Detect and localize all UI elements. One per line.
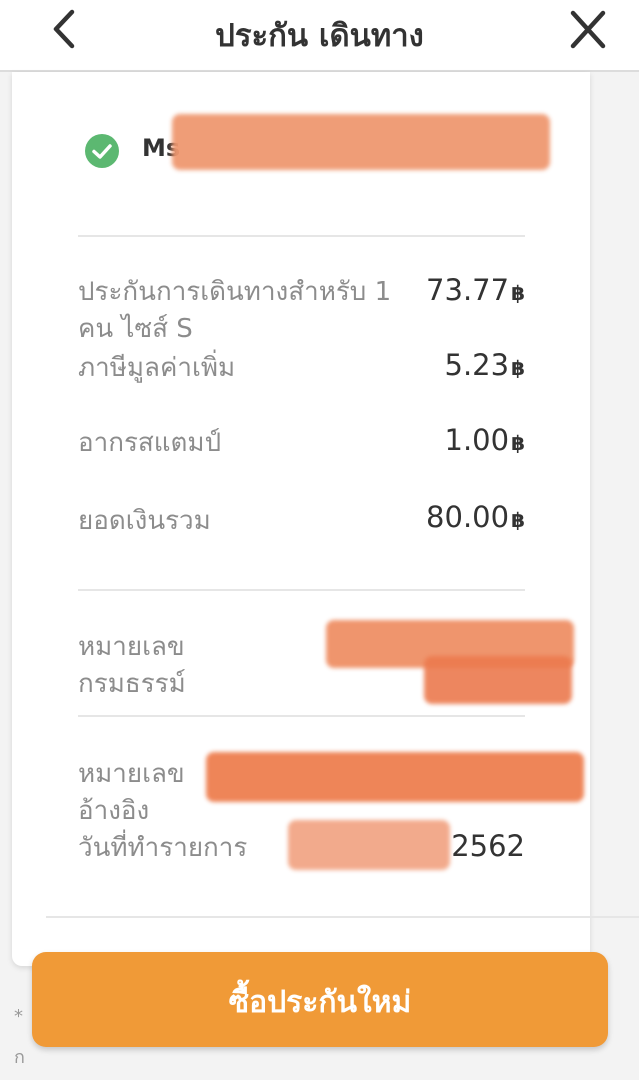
redacted-policy-number-2 [424, 656, 572, 704]
footer-note-line2: ก [14, 1047, 25, 1068]
buy-new-insurance-button[interactable]: ซื้อประกันใหม่ [32, 952, 608, 1047]
item-label-vat: ภาษีมูลค่าเพิ่ม [78, 353, 236, 383]
item-label-insurance: ประกันการเดินทางสำหรับ 1 คน ไซส์ S [78, 277, 392, 344]
header-bar: ประกัน เดินทาง [0, 0, 639, 72]
item-amount-vat: 5.23 ฿ [444, 348, 526, 382]
footer-note-line1: * [14, 1006, 23, 1027]
redacted-reference-number [206, 752, 584, 802]
policy-number-label: หมายเลข กรมธรรม์ [78, 632, 186, 699]
item-label-stamp-duty: อากรสแตมป์ [78, 428, 222, 458]
buy-new-insurance-label: ซื้อประกันใหม่ [228, 985, 412, 1020]
redacted-transaction-date [288, 820, 450, 870]
reference-number-label: หมายเลข อ้างอิง [78, 759, 185, 826]
item-amount-total: 80.00 ฿ [426, 500, 525, 534]
close-icon [570, 10, 606, 49]
item-label-total: ยอดเงินรวม [78, 506, 211, 536]
divider [46, 916, 639, 918]
close-button[interactable] [566, 8, 610, 52]
check-circle-icon [85, 134, 119, 168]
redacted-name [172, 114, 550, 170]
item-amount-insurance: 73.77 ฿ [426, 273, 525, 307]
transaction-date-year: 2562 [451, 829, 525, 863]
transaction-date-label: วันที่ทำรายการ [78, 833, 248, 863]
divider [78, 235, 525, 237]
page-title: ประกัน เดินทาง [215, 18, 424, 54]
baht-symbol: ฿ [511, 356, 525, 380]
item-amount-stamp-duty: 1.00 ฿ [444, 423, 526, 457]
baht-symbol: ฿ [511, 431, 525, 455]
baht-symbol: ฿ [511, 281, 525, 305]
divider [78, 589, 525, 591]
divider [78, 715, 525, 717]
baht-symbol: ฿ [511, 508, 525, 532]
